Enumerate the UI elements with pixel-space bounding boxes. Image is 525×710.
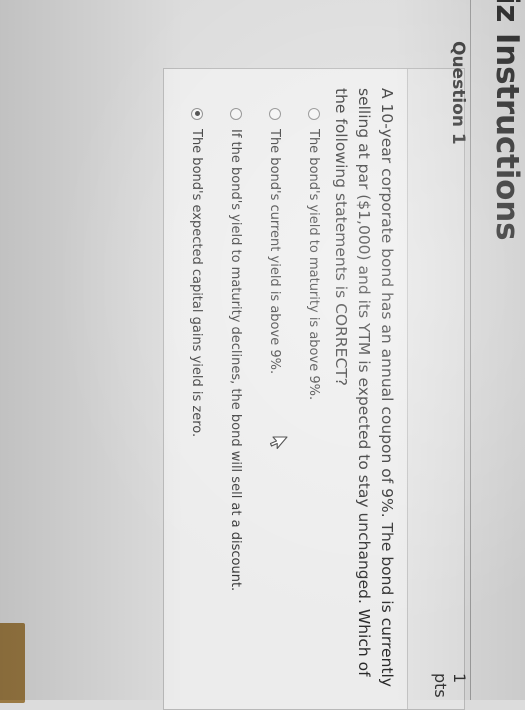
answer-option-2[interactable]: The bond's current yield is above 9%. xyxy=(264,108,286,374)
page-title: iz Instructions xyxy=(489,0,525,241)
answer-option-3[interactable]: If the bond's yield to maturity declines… xyxy=(225,108,247,591)
radio-button-selected[interactable] xyxy=(191,108,203,120)
question-header xyxy=(407,69,464,709)
quiz-page: iz Instructions Question 1 1 pts A 10-ye… xyxy=(0,0,525,710)
mouse-cursor-icon xyxy=(269,436,288,450)
question-points: 1 pts xyxy=(431,673,469,698)
answer-label: If the bond's yield to maturity declines… xyxy=(228,129,244,592)
title-divider xyxy=(470,0,471,700)
answer-label: The bond's yield to maturity is above 9%… xyxy=(306,129,322,401)
question-text: A 10-year corporate bond has an annual c… xyxy=(332,88,396,687)
radio-button[interactable] xyxy=(230,108,242,120)
radio-button[interactable] xyxy=(269,108,281,120)
answer-option-4[interactable]: The bond's expected capital gains yield … xyxy=(186,108,208,437)
radio-button[interactable] xyxy=(308,108,320,120)
answer-label: The bond's expected capital gains yield … xyxy=(189,129,205,438)
answer-label: The bond's current yield is above 9%. xyxy=(267,129,283,375)
question-number: Question 1 xyxy=(448,41,468,145)
answer-option-1[interactable]: The bond's yield to maturity is above 9%… xyxy=(303,108,325,400)
submit-button[interactable] xyxy=(0,623,25,703)
